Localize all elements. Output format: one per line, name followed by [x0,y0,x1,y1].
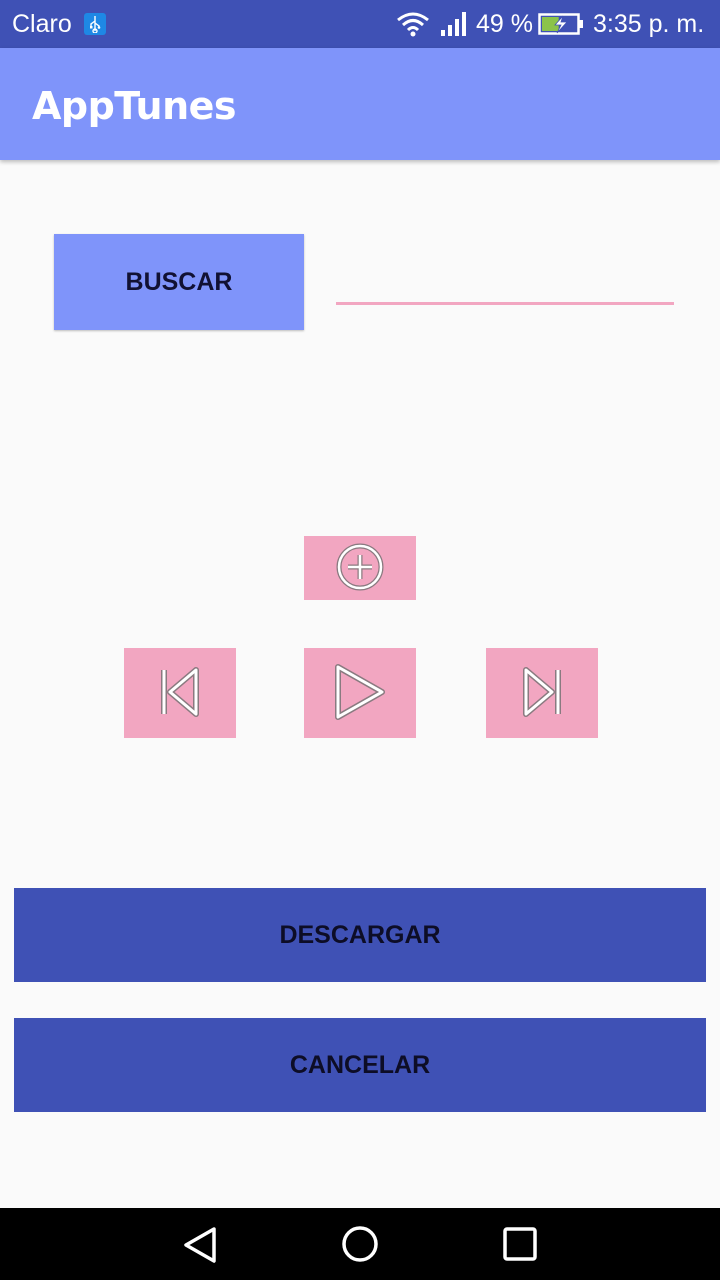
app-title: AppTunes [32,84,237,128]
battery-charging-icon [538,12,584,41]
clock: 3:35 p. m. [593,10,705,38]
signal-icon [440,11,470,42]
navigation-bar [0,1208,720,1280]
add-button[interactable] [304,536,416,600]
download-button[interactable]: DESCARGAR [14,888,706,982]
home-icon[interactable] [341,1225,379,1268]
previous-button[interactable] [124,648,236,738]
add-circle-icon [335,542,385,595]
search-button[interactable]: BUSCAR [54,234,304,330]
skip-next-icon [518,664,566,723]
play-icon [330,661,390,726]
cancel-button[interactable]: CANCELAR [14,1018,706,1112]
skip-previous-icon [156,664,204,723]
wifi-icon [396,11,430,42]
search-input[interactable] [336,262,674,305]
app-bar: AppTunes [0,48,720,160]
status-bar: Claro 49 % 3:35 p. m. [0,0,720,48]
back-icon[interactable] [182,1226,218,1269]
usb-icon [84,13,106,35]
carrier-name: Claro [12,10,72,38]
play-button[interactable] [304,648,416,738]
battery-percent: 49 % [476,10,533,38]
recents-icon[interactable] [502,1226,538,1267]
next-button[interactable] [486,648,598,738]
